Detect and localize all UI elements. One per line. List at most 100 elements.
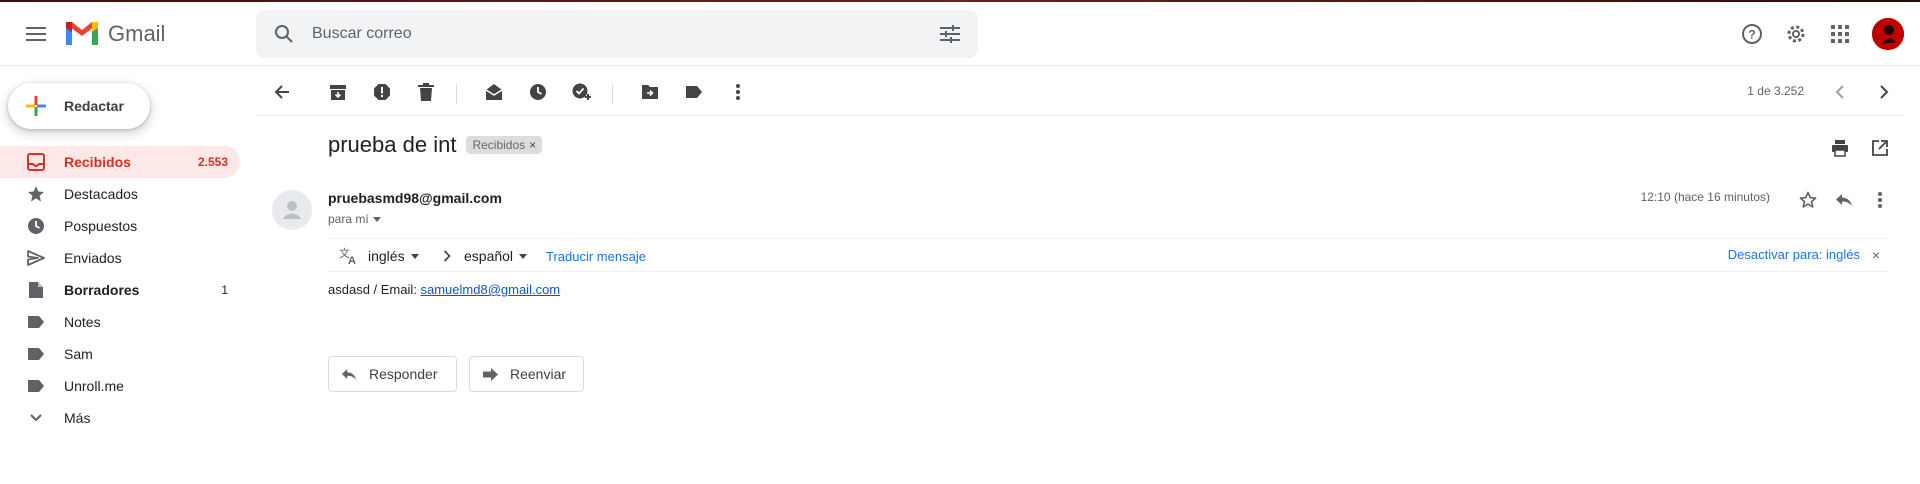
svg-text:A: A — [348, 255, 356, 265]
star-outline-icon — [1799, 191, 1817, 208]
clock-icon — [530, 84, 546, 100]
svg-text:?: ? — [1748, 28, 1755, 42]
more-vert-icon — [736, 84, 740, 100]
sidebar-nav: Recibidos 2.553 Destacados Pospuestos En… — [0, 146, 240, 434]
report-spam-icon — [374, 84, 390, 100]
star-button[interactable] — [1792, 184, 1824, 216]
sidebar-item-mas[interactable]: Más — [0, 402, 240, 434]
recipients-toggle[interactable]: para mí — [328, 212, 381, 226]
apps-grid-icon — [1831, 25, 1849, 43]
caret-down-icon — [410, 253, 419, 259]
recipients-label: para mí — [328, 212, 369, 226]
toolbar-divider — [456, 84, 457, 104]
pagination-count: 1 de 3.252 — [1747, 84, 1804, 98]
report-spam-button[interactable] — [362, 72, 402, 112]
body-text: asdasd / Email: — [328, 282, 421, 297]
source-language-select[interactable]: inglés — [368, 248, 419, 264]
hamburger-menu-icon — [26, 27, 46, 41]
label-icon — [26, 344, 46, 364]
search-input[interactable] — [312, 20, 872, 48]
sidebar-item-label: Unroll.me — [64, 378, 124, 394]
label-icon — [686, 86, 702, 98]
reply-label: Responder — [369, 366, 438, 382]
sidebar-item-enviados[interactable]: Enviados — [0, 242, 240, 274]
target-language-select[interactable]: español — [464, 248, 528, 264]
delete-button[interactable] — [406, 72, 446, 112]
clock-icon — [26, 216, 46, 236]
snooze-button[interactable] — [518, 72, 558, 112]
newer-button[interactable] — [1820, 72, 1860, 112]
support-button[interactable]: ? — [1732, 14, 1772, 54]
sidebar-item-borradores[interactable]: Borradores 1 — [0, 274, 240, 306]
archive-button[interactable] — [318, 72, 358, 112]
subject-actions — [1824, 132, 1896, 164]
app-name: Gmail — [108, 20, 166, 46]
message-time: 12:10 (hace 16 minutos) — [1640, 190, 1770, 204]
sidebar-item-pospuestos[interactable]: Pospuestos — [0, 210, 240, 242]
compose-button[interactable]: Redactar — [8, 83, 150, 129]
send-icon — [26, 248, 46, 268]
back-button[interactable] — [262, 72, 302, 112]
settings-button[interactable] — [1776, 14, 1816, 54]
more-vert-icon — [1878, 192, 1882, 208]
search-options-button[interactable] — [934, 18, 966, 50]
label-icon — [26, 376, 46, 396]
message-more-button[interactable] — [1864, 184, 1896, 216]
add-to-tasks-button[interactable] — [562, 72, 602, 112]
print-all-button[interactable] — [1824, 132, 1856, 164]
labels-button[interactable] — [674, 72, 714, 112]
search-bar — [256, 10, 978, 58]
forward-button[interactable]: Reenviar — [469, 356, 584, 392]
sidebar-item-notes[interactable]: Notes — [0, 306, 240, 338]
sidebar-item-recibidos[interactable]: Recibidos 2.553 — [0, 146, 240, 178]
tune-icon — [940, 25, 960, 43]
main-menu-button[interactable] — [16, 14, 56, 54]
translate-message-link[interactable]: Traducir mensaje — [546, 249, 646, 264]
inbox-icon — [26, 152, 46, 172]
person-icon — [283, 201, 301, 219]
draft-icon — [26, 280, 46, 300]
label-icon — [26, 312, 46, 332]
more-options-button[interactable] — [718, 72, 758, 112]
sender-email[interactable]: pruebasmd98@gmail.com — [328, 190, 502, 206]
sidebar-item-sam[interactable]: Sam — [0, 338, 240, 370]
avatar-image-icon — [1872, 18, 1904, 50]
chevron-right-icon — [1880, 85, 1889, 99]
label-chip-text: Recibidos — [472, 138, 526, 152]
reply-quick-button[interactable] — [1828, 184, 1860, 216]
sidebar-item-label: Más — [64, 410, 91, 426]
sidebar-item-destacados[interactable]: Destacados — [0, 178, 240, 210]
reply-icon — [1836, 194, 1852, 206]
chevron-right-icon — [438, 247, 456, 265]
sidebar-item-label: Borradores — [64, 282, 140, 298]
move-to-button[interactable] — [630, 72, 670, 112]
target-language: español — [464, 248, 514, 264]
remove-label-icon[interactable]: × — [529, 138, 536, 152]
gmail-logo[interactable]: Gmail — [64, 20, 165, 47]
search-icon — [275, 25, 293, 43]
sidebar-item-label: Pospuestos — [64, 218, 138, 234]
reply-button[interactable]: Responder — [328, 356, 457, 392]
search-button[interactable] — [268, 18, 300, 50]
label-chip: Recibidos × — [466, 136, 543, 154]
sidebar-item-unroll-me[interactable]: Unroll.me — [0, 370, 240, 402]
sidebar-item-count: 1 — [221, 283, 228, 297]
reply-icon — [341, 368, 357, 380]
close-icon[interactable]: × — [1872, 247, 1880, 263]
sidebar-item-label: Sam — [64, 346, 93, 362]
compose-label: Redactar — [64, 98, 124, 114]
mark-unread-button[interactable] — [474, 72, 514, 112]
mark-unread-icon — [485, 84, 503, 100]
older-button[interactable] — [1864, 72, 1904, 112]
plus-icon — [26, 96, 46, 116]
disable-translation-link[interactable]: Desactivar para: inglés — [1728, 247, 1860, 262]
open-new-window-button[interactable] — [1864, 132, 1896, 164]
subject-row: prueba de int Recibidos × — [328, 132, 543, 158]
apps-button[interactable] — [1820, 14, 1860, 54]
sender-avatar[interactable] — [272, 190, 312, 230]
forward-icon — [483, 367, 498, 381]
account-avatar[interactable] — [1872, 18, 1904, 50]
body-email-link[interactable]: samuelmd8@gmail.com — [421, 282, 561, 297]
move-to-folder-icon — [642, 85, 658, 99]
sidebar-item-count: 2.553 — [197, 155, 228, 169]
